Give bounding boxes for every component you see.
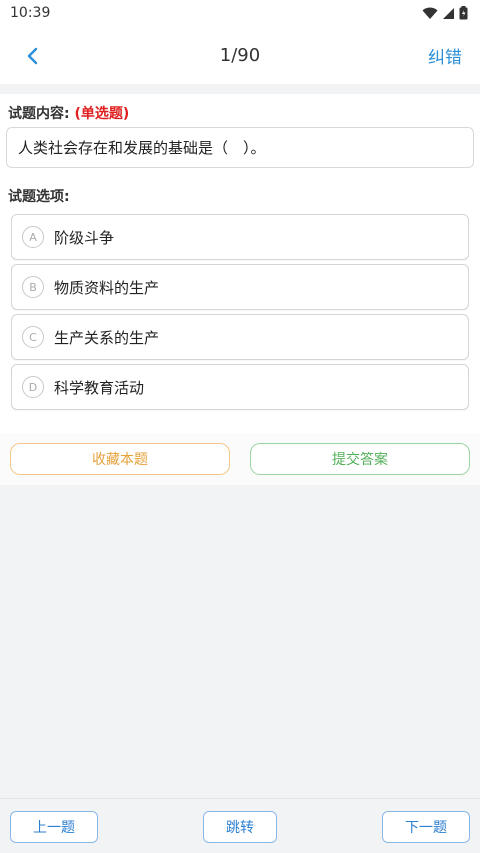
option-letter-badge: C — [22, 326, 44, 348]
battery-icon — [459, 6, 468, 20]
signal-icon — [443, 7, 454, 19]
back-button[interactable] — [18, 42, 46, 70]
submit-answer-button[interactable]: 提交答案 — [250, 443, 470, 475]
chevron-left-icon — [27, 47, 38, 65]
question-counter: 1/90 — [219, 44, 261, 66]
wifi-icon — [422, 7, 438, 19]
question-label-text: 试题内容: — [8, 106, 70, 122]
jump-button[interactable]: 跳转 — [203, 811, 277, 843]
status-bar: 10:39 — [0, 0, 480, 26]
favorite-button[interactable]: 收藏本题 — [10, 443, 230, 475]
question-type-tag: (单选题) — [74, 106, 130, 122]
option-letter-badge: A — [22, 226, 44, 248]
option-b[interactable]: B 物质资料的生产 — [11, 264, 469, 310]
bottom-bar: 上一题 跳转 下一题 — [0, 798, 480, 853]
option-text: 生产关系的生产 — [54, 328, 160, 347]
option-text: 科学教育活动 — [54, 378, 145, 397]
question-text: 人类社会存在和发展的基础是（ ）。 — [6, 127, 474, 168]
next-question-button[interactable]: 下一题 — [382, 811, 470, 843]
option-text: 物质资料的生产 — [54, 278, 160, 297]
action-row: 收藏本题 提交答案 — [0, 433, 480, 485]
question-panel: 试题内容: (单选题) 人类社会存在和发展的基础是（ ）。 试题选项: A 阶级… — [0, 94, 480, 433]
option-c[interactable]: C 生产关系的生产 — [11, 314, 469, 360]
status-icons — [422, 6, 468, 20]
previous-question-button[interactable]: 上一题 — [10, 811, 98, 843]
report-error-button[interactable]: 纠错 — [428, 43, 462, 68]
option-letter-badge: B — [22, 276, 44, 298]
option-a[interactable]: A 阶级斗争 — [11, 214, 469, 260]
options-label: 试题选项: — [8, 189, 70, 205]
status-time: 10:39 — [10, 5, 51, 21]
option-d[interactable]: D 科学教育活动 — [11, 364, 469, 410]
question-label: 试题内容: (单选题) — [8, 103, 129, 123]
option-letter-badge: D — [22, 376, 44, 398]
nav-bar: 1/90 纠错 — [0, 26, 480, 84]
option-text: 阶级斗争 — [54, 228, 115, 247]
